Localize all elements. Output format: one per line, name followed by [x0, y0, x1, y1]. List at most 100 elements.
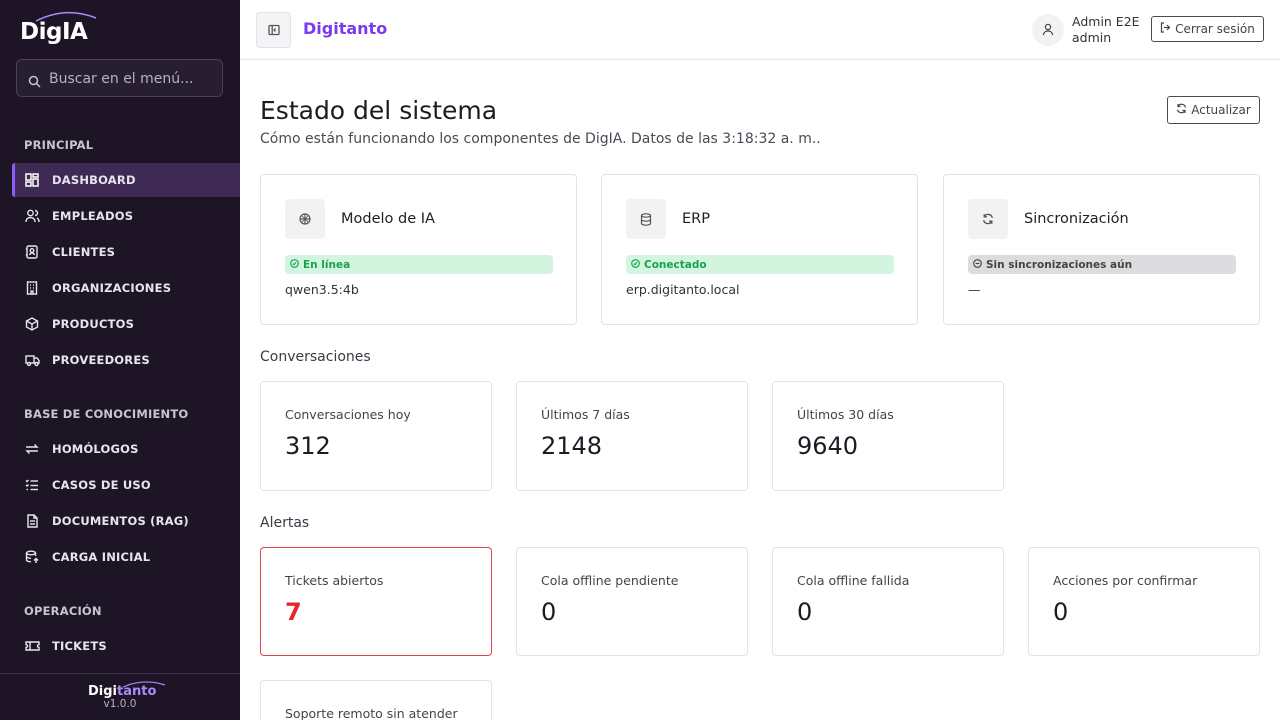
status-card-title: Sincronización: [1024, 211, 1129, 227]
status-card-title: Modelo de IA: [341, 211, 435, 227]
status-card-ai-model: Modelo de IA En línea qwen3.5:4b: [260, 174, 577, 325]
refresh-label: Actualizar: [1191, 103, 1251, 117]
metric-value: 2148: [541, 432, 603, 460]
metric-value: 0: [541, 598, 557, 626]
user-icon: [1042, 21, 1054, 40]
sidebar-item-label: CASOS DE USO: [52, 478, 151, 492]
metric-card-30-days: Últimos 30 días 9640: [772, 381, 1004, 491]
sidebar-item-organizaciones[interactable]: ORGANIZACIONES: [12, 271, 240, 305]
metric-card-today: Conversaciones hoy 312: [260, 381, 492, 491]
sidebar-item-label: DASHBOARD: [52, 173, 136, 187]
sidebar-item-label: TICKETS: [52, 639, 107, 653]
arrows-swap-icon: [24, 441, 40, 457]
status-card-detail: —: [968, 282, 981, 297]
section-label-conversaciones: Conversaciones: [260, 349, 371, 365]
status-card-erp: ERP Conectado erp.digitanto.local: [601, 174, 918, 325]
dashboard-icon: [24, 172, 40, 188]
refresh-button[interactable]: Actualizar: [1167, 96, 1260, 124]
sidebar-item-label: PROVEEDORES: [52, 353, 150, 367]
sidebar-item-casos-de-uso[interactable]: CASOS DE USO: [12, 468, 240, 502]
user-role: admin: [1072, 30, 1112, 45]
sidebar-item-clientes[interactable]: CLIENTES: [12, 235, 240, 269]
sidebar-item-label: CLIENTES: [52, 245, 116, 259]
topbar: Digitanto Admin E2E admin Cerrar sesión: [240, 0, 1280, 60]
sidebar-footer: Digitanto v1.0.0: [0, 673, 240, 720]
metric-label: Últimos 30 días: [797, 407, 894, 422]
sidebar-item-proveedores[interactable]: PROVEEDORES: [12, 343, 240, 377]
page-title: Estado del sistema: [260, 96, 498, 125]
alert-card-pending-actions[interactable]: Acciones por confirmar 0: [1028, 547, 1260, 656]
status-card-sync: Sincronización Sin sincronizaciones aún …: [943, 174, 1260, 325]
contact-card-icon: [24, 244, 40, 260]
app-title: Digitanto: [303, 19, 388, 38]
alert-card-remote-support[interactable]: Soporte remoto sin atender: [260, 680, 492, 720]
status-card-detail: qwen3.5:4b: [285, 282, 359, 297]
metric-value: 0: [1053, 598, 1069, 626]
check-circle-icon: [290, 258, 303, 271]
package-icon: [24, 316, 40, 332]
metric-value: 7: [285, 598, 302, 626]
avatar[interactable]: [1032, 14, 1064, 46]
status-badge: Conectado: [626, 255, 894, 274]
menu-search[interactable]: [16, 59, 223, 97]
sidebar-item-label: ORGANIZACIONES: [52, 281, 172, 295]
digitanto-logo: Digitanto: [88, 684, 157, 699]
sidebar-item-tickets[interactable]: TICKETS: [12, 629, 240, 663]
building-icon: [24, 280, 40, 296]
brain-icon: [285, 199, 325, 239]
sidebar: DigIA PRINCIPAL DASHBOARD EMPLEADOS CLIE…: [0, 0, 240, 720]
sidebar-item-empleados[interactable]: EMPLEADOS: [12, 199, 240, 233]
sidebar-item-productos[interactable]: PRODUCTOS: [12, 307, 240, 341]
metric-value: 0: [797, 598, 813, 626]
metric-label: Soporte remoto sin atender: [285, 706, 458, 720]
sidebar-item-documentos-rag[interactable]: DOCUMENTOS (RAG): [12, 504, 240, 538]
metric-value: 9640: [797, 432, 859, 460]
user-name: Admin E2E: [1072, 14, 1140, 29]
sidebar-item-carga-inicial[interactable]: CARGA INICIAL: [12, 540, 240, 574]
page-subtitle: Cómo están funcionando los componentes d…: [260, 131, 821, 147]
metric-label: Cola offline pendiente: [541, 573, 679, 588]
sidebar-item-label: CARGA INICIAL: [52, 550, 151, 564]
logout-button[interactable]: Cerrar sesión: [1151, 16, 1264, 42]
sidebar-item-label: HOMÓLOGOS: [52, 442, 139, 456]
metric-label: Acciones por confirmar: [1053, 573, 1198, 588]
alert-card-offline-failed[interactable]: Cola offline fallida 0: [772, 547, 1004, 656]
digia-logo: DigIA: [20, 10, 110, 46]
status-badge-label: Sin sincronizaciones aún: [986, 258, 1133, 271]
ticket-icon: [24, 638, 40, 654]
status-card-detail: erp.digitanto.local: [626, 282, 740, 297]
status-badge: En línea: [285, 255, 553, 274]
main-content: Estado del sistema Cómo están funcionand…: [240, 60, 1280, 720]
metric-card-7-days: Últimos 7 días 2148: [516, 381, 748, 491]
database-upload-icon: [24, 549, 40, 565]
metric-label: Conversaciones hoy: [285, 407, 411, 422]
alert-card-open-tickets[interactable]: Tickets abiertos 7: [260, 547, 492, 656]
panel-left-icon: [267, 21, 280, 40]
sidebar-item-label: PRODUCTOS: [52, 317, 135, 331]
sidebar-item-label: DOCUMENTOS (RAG): [52, 514, 189, 528]
sidebar-item-label: EMPLEADOS: [52, 209, 134, 223]
sync-icon: [968, 199, 1008, 239]
minus-circle-icon: [973, 258, 986, 271]
refresh-icon: [1176, 103, 1191, 117]
metric-label: Cola offline fallida: [797, 573, 910, 588]
metric-label: Últimos 7 días: [541, 407, 630, 422]
users-icon: [24, 208, 40, 224]
status-card-title: ERP: [682, 211, 710, 227]
status-badge-label: Conectado: [644, 258, 707, 271]
logout-label: Cerrar sesión: [1175, 22, 1255, 36]
sidebar-toggle-button[interactable]: [256, 12, 291, 48]
sidebar-item-homologos[interactable]: HOMÓLOGOS: [12, 432, 240, 466]
truck-icon: [24, 352, 40, 368]
status-badge: Sin sincronizaciones aún: [968, 255, 1236, 274]
status-badge-label: En línea: [303, 258, 351, 271]
app-version: v1.0.0: [103, 698, 137, 710]
section-title-base-conocimiento: BASE DE CONOCIMIENTO: [24, 407, 189, 421]
alert-card-offline-pending[interactable]: Cola offline pendiente 0: [516, 547, 748, 656]
logout-icon: [1160, 22, 1175, 36]
sidebar-item-dashboard[interactable]: DASHBOARD: [12, 163, 240, 197]
section-title-operacion: OPERACIÓN: [24, 604, 102, 618]
search-icon: [28, 73, 41, 92]
search-input[interactable]: [49, 68, 217, 90]
database-icon: [626, 199, 666, 239]
